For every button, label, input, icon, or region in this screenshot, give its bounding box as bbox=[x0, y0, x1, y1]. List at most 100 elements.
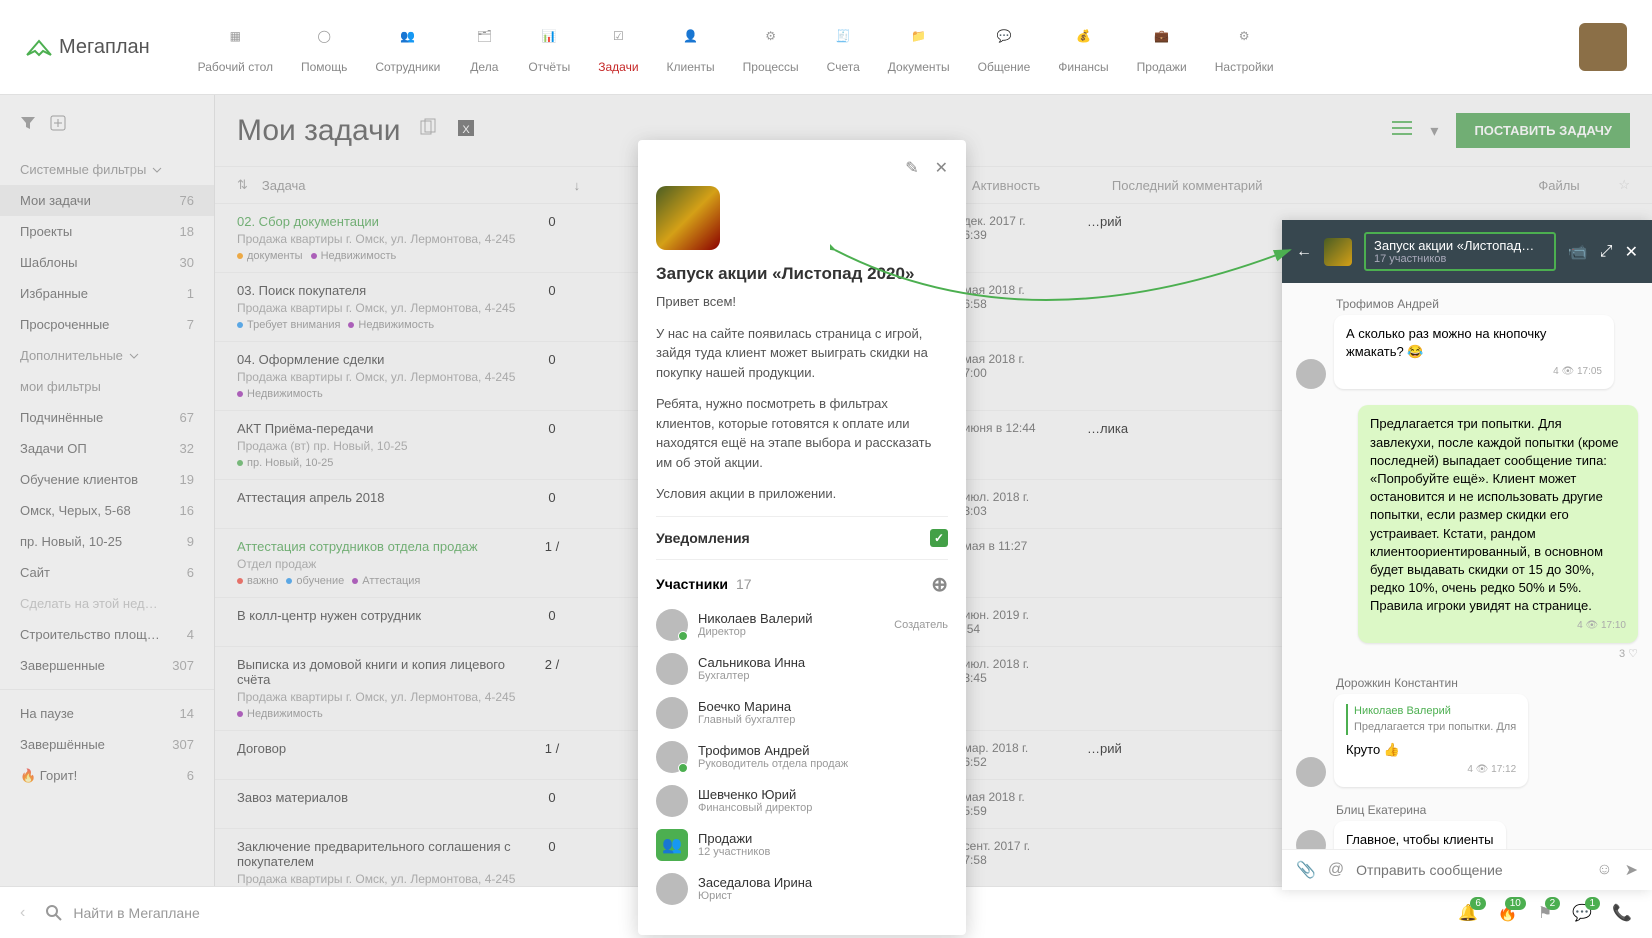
chat-header: ← Запуск акции «Листопад… 17 участников … bbox=[1282, 220, 1652, 283]
sidebar-item[interactable]: На паузе14 bbox=[0, 698, 214, 729]
nav-items: ▦Рабочий стол ◯Помощь 👥Сотрудники 🗂Дела 📊Отч… bbox=[198, 20, 1571, 74]
user-avatar[interactable] bbox=[1579, 23, 1627, 71]
chevron-down-icon[interactable]: ▾ bbox=[1430, 121, 1438, 141]
sidebar-item[interactable]: Сделать на этой нед… bbox=[0, 588, 214, 619]
col-comment[interactable]: Последний комментарий bbox=[1112, 178, 1538, 193]
sidebar-item[interactable]: Омск, Черых, 5-6816 bbox=[0, 495, 214, 526]
nav-Финансы[interactable]: 💰Финансы bbox=[1058, 20, 1108, 74]
back-icon[interactable]: ← bbox=[1296, 243, 1312, 261]
notif-bell-icon[interactable]: 🔔6 bbox=[1458, 903, 1478, 923]
modal-title: Запуск акции «Листопад 2020» bbox=[656, 264, 948, 284]
nav-Отчёты[interactable]: 📊Отчёты bbox=[528, 20, 570, 74]
close-icon[interactable]: ✕ bbox=[935, 158, 948, 178]
close-chat-icon[interactable]: ✕ bbox=[1625, 242, 1638, 262]
participant-row[interactable]: 👥Продажи12 участников bbox=[656, 829, 948, 861]
expand-icon[interactable]: ⤢ bbox=[1600, 243, 1613, 261]
sort-icon[interactable]: ⇅ bbox=[237, 177, 248, 193]
emoji-icon[interactable]: ☺ bbox=[1596, 861, 1612, 879]
sidebar-item[interactable]: Мои задачи76 bbox=[0, 185, 214, 216]
chat-header-avatar bbox=[1324, 238, 1352, 266]
chat-input-bar: 📎 @ ☺ ➤ bbox=[1282, 849, 1652, 890]
nav-Продажи[interactable]: 💼Продажи bbox=[1137, 20, 1187, 74]
chevron-left-icon[interactable]: ‹ bbox=[20, 904, 25, 922]
page-title: Мои задачи bbox=[237, 114, 400, 148]
excel-icon[interactable]: X bbox=[456, 118, 476, 143]
add-filter-icon[interactable] bbox=[50, 115, 66, 136]
col-files[interactable]: Файлы bbox=[1538, 178, 1618, 193]
participant-row[interactable]: Боечко МаринаГлавный бухгалтер bbox=[656, 697, 948, 729]
participant-row[interactable]: Заседалова ИринаЮрист bbox=[656, 873, 948, 905]
sidebar-item[interactable]: Завершенные307 bbox=[0, 650, 214, 681]
participant-row[interactable]: Шевченко ЮрийФинансовый директор bbox=[656, 785, 948, 817]
chat-body: Трофимов АндрейА сколько раз можно на кн… bbox=[1282, 283, 1652, 849]
video-icon[interactable]: 📹 bbox=[1568, 242, 1588, 262]
create-task-button[interactable]: ПОСТАВИТЬ ЗАДАЧУ bbox=[1456, 113, 1630, 148]
notif-phone-icon[interactable]: 📞 bbox=[1612, 903, 1632, 923]
chat-input[interactable] bbox=[1356, 862, 1584, 878]
sidebar-item[interactable]: Строительство площ…4 bbox=[0, 619, 214, 650]
sidebar-item[interactable]: Завершённые307 bbox=[0, 729, 214, 760]
nav-Настройки[interactable]: ⚙Настройки bbox=[1215, 20, 1274, 74]
participant-row[interactable]: Николаев ВалерийДиректорСоздатель bbox=[656, 609, 948, 641]
modal-p3: Условия акции в приложении. bbox=[656, 484, 948, 504]
sidebar-item[interactable]: Подчинённые67 bbox=[0, 402, 214, 433]
sidebar-item[interactable]: Шаблоны30 bbox=[0, 247, 214, 278]
col-task[interactable]: Задача bbox=[262, 178, 552, 193]
filter-icon[interactable] bbox=[20, 115, 36, 136]
modal-p1: У нас на сайте появилась страница с игро… bbox=[656, 324, 948, 383]
chat-title-box[interactable]: Запуск акции «Листопад… 17 участников bbox=[1364, 232, 1556, 271]
edit-icon[interactable]: ✎ bbox=[905, 158, 918, 178]
chat-info-modal: ✎ ✕ Запуск акции «Листопад 2020» Привет … bbox=[638, 140, 966, 935]
nav-Документы[interactable]: 📁Документы bbox=[888, 20, 950, 74]
notif-chat-icon[interactable]: 💬1 bbox=[1572, 903, 1592, 923]
sidebar-item[interactable]: Обучение клиентов19 bbox=[0, 464, 214, 495]
col-activity[interactable]: Активность bbox=[972, 178, 1112, 193]
sidebar-item[interactable]: Сайт6 bbox=[0, 557, 214, 588]
participant-row[interactable]: Сальникова ИннаБухгалтер bbox=[656, 653, 948, 685]
mention-icon[interactable]: @ bbox=[1328, 861, 1344, 879]
sidebar-item[interactable]: Избранные1 bbox=[0, 278, 214, 309]
nav-Задачи[interactable]: ☑Задачи bbox=[598, 20, 638, 74]
notif-flag-icon[interactable]: ⚑2 bbox=[1538, 903, 1552, 923]
col-arrow[interactable]: ↓ bbox=[552, 178, 602, 193]
sidebar-section-my: мои фильтры bbox=[0, 371, 214, 402]
sidebar-item[interactable]: Проекты18 bbox=[0, 216, 214, 247]
nav-Помощь[interactable]: ◯Помощь bbox=[301, 20, 347, 74]
chat-panel: ← Запуск акции «Листопад… 17 участников … bbox=[1282, 220, 1652, 890]
sidebar-item[interactable]: Просроченные7 bbox=[0, 309, 214, 340]
participants-header: Участники 17 ⊕ bbox=[656, 572, 948, 597]
participant-row[interactable]: Трофимов АндрейРуководитель отдела прода… bbox=[656, 741, 948, 773]
chat-avatar bbox=[656, 186, 720, 250]
chat-message: Дорожкин КонстантинНиколаев ВалерийПредл… bbox=[1296, 676, 1638, 787]
nav-Клиенты[interactable]: 👤Клиенты bbox=[667, 20, 715, 74]
check-icon[interactable]: ✓ bbox=[930, 529, 948, 547]
chat-message: Трофимов АндрейА сколько раз можно на кн… bbox=[1296, 297, 1638, 389]
star-icon[interactable]: ☆ bbox=[1618, 177, 1630, 193]
sidebar: Системные фильтры Мои задачи76Проекты18Ш… bbox=[0, 95, 215, 890]
nav-Дела[interactable]: 🗂Дела bbox=[468, 20, 500, 74]
nav-Сотрудники[interactable]: 👥Сотрудники bbox=[375, 20, 440, 74]
sidebar-section-system[interactable]: Системные фильтры bbox=[0, 154, 214, 185]
sidebar-item[interactable]: пр. Новый, 10-259 bbox=[0, 526, 214, 557]
sidebar-item[interactable]: 🔥 Горит!6 bbox=[0, 760, 214, 792]
nav-Процессы[interactable]: ⚙Процессы bbox=[743, 20, 799, 74]
sidebar-section-extra[interactable]: Дополнительные bbox=[0, 340, 214, 371]
list-icon[interactable] bbox=[1392, 121, 1412, 140]
logo[interactable]: Мегаплан bbox=[25, 36, 150, 59]
svg-text:X: X bbox=[463, 124, 471, 136]
add-participant-icon[interactable]: ⊕ bbox=[931, 572, 948, 597]
copy-icon[interactable] bbox=[418, 118, 438, 143]
attach-icon[interactable]: 📎 bbox=[1296, 860, 1316, 880]
nav-Рабочий стол[interactable]: ▦Рабочий стол bbox=[198, 20, 273, 74]
top-nav: Мегаплан ▦Рабочий стол ◯Помощь 👥Сотрудники… bbox=[0, 0, 1652, 95]
nav-Счета[interactable]: 🧾Счета bbox=[827, 20, 860, 74]
send-icon[interactable]: ➤ bbox=[1625, 860, 1638, 880]
modal-p2: Ребята, нужно посмотреть в фильтрах клие… bbox=[656, 394, 948, 472]
nav-Общение[interactable]: 💬Общение bbox=[978, 20, 1031, 74]
notif-fire-icon[interactable]: 🔥10 bbox=[1498, 903, 1518, 923]
modal-greeting: Привет всем! bbox=[656, 292, 948, 312]
chat-message: Блиц ЕкатеринаГлавное, чтобы клиенты bbox=[1296, 803, 1638, 849]
sidebar-item[interactable]: Задачи ОП32 bbox=[0, 433, 214, 464]
notifications-row[interactable]: Уведомления ✓ bbox=[656, 516, 948, 559]
chat-message: Предлагается три попытки. Для завлекухи,… bbox=[1296, 405, 1638, 660]
